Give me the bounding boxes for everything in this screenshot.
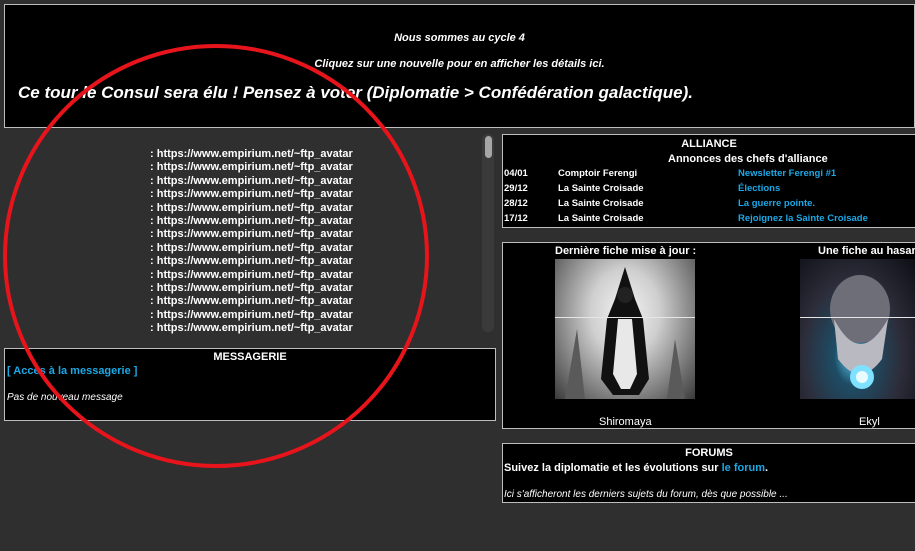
messagerie-panel: MESSAGERIE [ Accès à la messagerie ] Pas… <box>4 348 496 421</box>
last-fiche-heading: Dernière fiche mise à jour : <box>555 245 697 257</box>
alliance-panel: ALLIANCE Annonces des chefs d'alliance 0… <box>502 134 915 228</box>
alliance-row-author: La Sainte Croisade <box>558 183 644 194</box>
avatar-url-list: : https://www.empirium.net/~ftp_avatar: … <box>150 148 353 336</box>
fiches-panel: Dernière fiche mise à jour : Une fiche a… <box>502 242 915 429</box>
forum-link[interactable]: le forum <box>722 462 765 474</box>
alliance-row-title-link[interactable]: Élections <box>738 183 780 194</box>
shiromaya-portrait-image[interactable] <box>555 259 695 399</box>
forum-note: Ici s'afficheront les derniers sujets du… <box>504 489 788 500</box>
alliance-row: 04/01 Comptoir Ferengi Newsletter Fereng… <box>503 168 915 183</box>
alliance-row-author: La Sainte Croisade <box>558 198 644 209</box>
alliance-row-author: La Sainte Croisade <box>558 213 644 224</box>
alliance-row-date: 28/12 <box>504 198 528 209</box>
avatar-url-line: : https://www.empirium.net/~ftp_avatar <box>150 282 353 295</box>
avatar-url-line: : https://www.empirium.net/~ftp_avatar <box>150 295 353 308</box>
avatar-url-line: : https://www.empirium.net/~ftp_avatar <box>150 215 353 228</box>
avatar-url-line: : https://www.empirium.net/~ftp_avatar <box>150 241 353 254</box>
forums-panel: FORUMS Suivez la diplomatie et les évolu… <box>502 443 915 503</box>
alliance-row-date: 29/12 <box>504 183 528 194</box>
avatar-url-line: : https://www.empirium.net/~ftp_avatar <box>150 255 353 268</box>
avatar-url-line: : https://www.empirium.net/~ftp_avatar <box>150 201 353 214</box>
cycle-text: Nous sommes au cycle 4 <box>394 32 525 44</box>
messagerie-access-link[interactable]: [ Accès à la messagerie ] <box>7 365 137 377</box>
alliance-row: 28/12 La Sainte Croisade La guerre point… <box>503 198 915 213</box>
avatar-url-line: : https://www.empirium.net/~ftp_avatar <box>150 228 353 241</box>
click-hint-text: Cliquez sur une nouvelle pour en affiche… <box>314 58 605 70</box>
forum-intro-prefix: Suivez la diplomatie et les évolutions s… <box>504 462 722 474</box>
news-header-panel: Nous sommes au cycle 4 Cliquez sur une n… <box>4 4 915 128</box>
alliance-title: ALLIANCE <box>681 138 737 150</box>
alliance-row: 17/12 La Sainte Croisade Rejoignez la Sa… <box>503 213 915 228</box>
ekyl-portrait-image[interactable] <box>800 259 915 399</box>
alliance-row-date: 04/01 <box>504 168 528 179</box>
scrollbar-thumb[interactable] <box>485 136 492 158</box>
alliance-row: 29/12 La Sainte Croisade Élections <box>503 183 915 198</box>
random-fiche-heading: Une fiche au hasar <box>818 245 915 257</box>
alliance-row-title-link[interactable]: Newsletter Ferengi #1 <box>738 168 836 179</box>
alliance-subtitle: Annonces des chefs d'alliance <box>668 153 828 165</box>
forums-title: FORUMS <box>685 447 733 459</box>
ekyl-figure-illustration <box>830 275 890 389</box>
alliance-row-date: 17/12 <box>504 213 528 224</box>
messagerie-status: Pas de nouveau message <box>7 392 123 403</box>
avatar-url-line: : https://www.empirium.net/~ftp_avatar <box>150 174 353 187</box>
avatar-url-line: : https://www.empirium.net/~ftp_avatar <box>150 188 353 201</box>
avatar-url-line: : https://www.empirium.net/~ftp_avatar <box>150 148 353 160</box>
avatar-url-line: : https://www.empirium.net/~ftp_avatar <box>150 268 353 281</box>
news-announcement[interactable]: Ce tour le Consul sera élu ! Pensez à vo… <box>18 83 693 103</box>
portrait-divider-line <box>800 317 915 318</box>
portrait-divider-line <box>555 317 695 318</box>
scrollbar-track[interactable] <box>482 134 494 332</box>
shiromaya-figure-illustration <box>565 267 685 399</box>
alliance-row-title-link[interactable]: La guerre pointe. <box>738 198 815 209</box>
avatar-url-line: : https://www.empirium.net/~ftp_avatar <box>150 161 353 174</box>
messagerie-title: MESSAGERIE <box>213 351 287 363</box>
last-fiche-name[interactable]: Shiromaya <box>599 416 652 428</box>
alliance-row-title-link[interactable]: Rejoignez la Sainte Croisade <box>738 213 868 224</box>
random-fiche-name[interactable]: Ekyl <box>859 416 880 428</box>
avatar-url-line: : https://www.empirium.net/~ftp_avatar <box>150 322 353 335</box>
avatar-url-line: : https://www.empirium.net/~ftp_avatar <box>150 308 353 321</box>
forum-intro-text: Suivez la diplomatie et les évolutions s… <box>504 462 768 474</box>
alliance-row-author: Comptoir Ferengi <box>558 168 638 179</box>
forum-intro-suffix: . <box>765 462 769 474</box>
